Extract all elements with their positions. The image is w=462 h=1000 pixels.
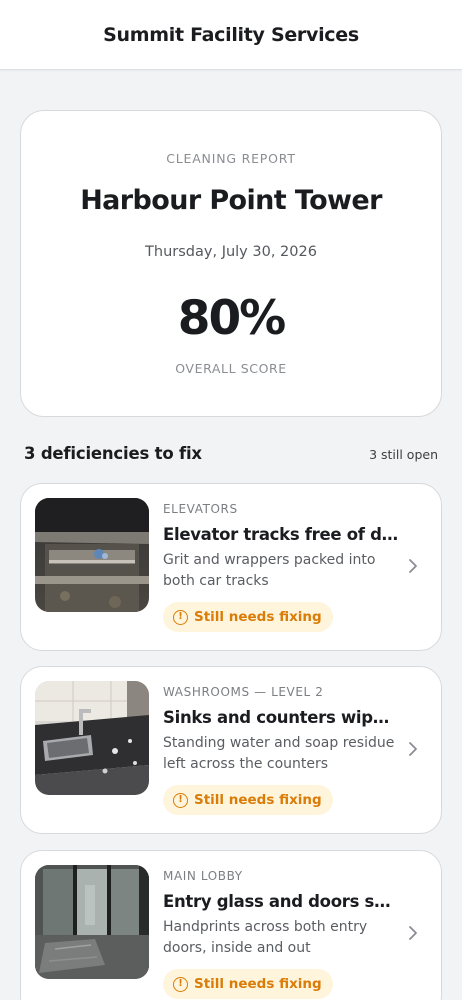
- alert-circle-icon: !: [173, 609, 188, 625]
- elevator-track-photo: [35, 498, 149, 612]
- status-text: Still needs fixing: [194, 609, 322, 625]
- open-count: 3 still open: [369, 447, 438, 462]
- deficiency-card[interactable]: ELEVATORS Elevator tracks free of debris…: [20, 483, 442, 651]
- chevron-right-icon: [405, 739, 421, 759]
- chevron-right-icon: [405, 923, 421, 943]
- status-text: Still needs fixing: [194, 792, 322, 808]
- deficiency-title: Sinks and counters wiped dry: [163, 708, 399, 727]
- report-date: Thursday, July 30, 2026: [145, 244, 317, 260]
- status-badge: ! Still needs fixing: [163, 969, 333, 999]
- lobby-doors-image: [35, 865, 149, 979]
- report-summary-card: CLEANING REPORT Harbour Point Tower Thur…: [20, 110, 442, 417]
- alert-circle-icon: !: [173, 792, 188, 808]
- deficiency-area: WASHROOMS — LEVEL 2: [163, 685, 324, 699]
- report-eyebrow: CLEANING REPORT: [166, 151, 296, 166]
- deficiency-description: Grit and wrappers packed into both car t…: [163, 552, 376, 589]
- deficiency-description: Standing water and soap residue left acr…: [163, 735, 395, 772]
- app-screen: Summit Facility Services CLEANING REPORT…: [0, 0, 462, 1000]
- washroom-sink-photo: [35, 681, 149, 795]
- status-badge: ! Still needs fixing: [163, 785, 333, 815]
- app-header: Summit Facility Services: [0, 0, 462, 70]
- deficiency-title: Elevator tracks free of debris: [163, 525, 399, 544]
- deficiencies-header: 3 deficiencies to fix 3 still open: [24, 442, 438, 468]
- washroom-sink-image: [35, 681, 149, 795]
- deficiency-body: MAIN LOBBY Entry glass and doors spotles…: [163, 869, 399, 959]
- building-name: Harbour Point Tower: [80, 185, 382, 216]
- chevron-right-icon: [405, 556, 421, 576]
- deficiency-title: Entry glass and doors spotless: [163, 892, 399, 911]
- deficiency-body: ELEVATORS Elevator tracks free of debris…: [163, 502, 399, 592]
- deficiency-card[interactable]: MAIN LOBBY Entry glass and doors spotles…: [20, 850, 442, 1000]
- overall-score: 80%: [177, 291, 287, 346]
- status-badge: ! Still needs fixing: [163, 602, 333, 632]
- app-title: Summit Facility Services: [103, 23, 359, 46]
- deficiency-area: MAIN LOBBY: [163, 869, 243, 883]
- deficiency-card[interactable]: WASHROOMS — LEVEL 2 Sinks and counters w…: [20, 666, 442, 834]
- lobby-doors-photo: [35, 865, 149, 979]
- deficiency-area: ELEVATORS: [163, 502, 238, 516]
- elevator-track-image: [35, 498, 149, 612]
- overall-score-label: OVERALL SCORE: [175, 361, 287, 376]
- status-text: Still needs fixing: [194, 976, 322, 992]
- deficiencies-title: 3 deficiencies to fix: [24, 444, 202, 463]
- deficiency-description: Handprints across both entry doors, insi…: [163, 919, 368, 956]
- alert-circle-icon: !: [173, 976, 188, 992]
- deficiency-body: WASHROOMS — LEVEL 2 Sinks and counters w…: [163, 685, 399, 775]
